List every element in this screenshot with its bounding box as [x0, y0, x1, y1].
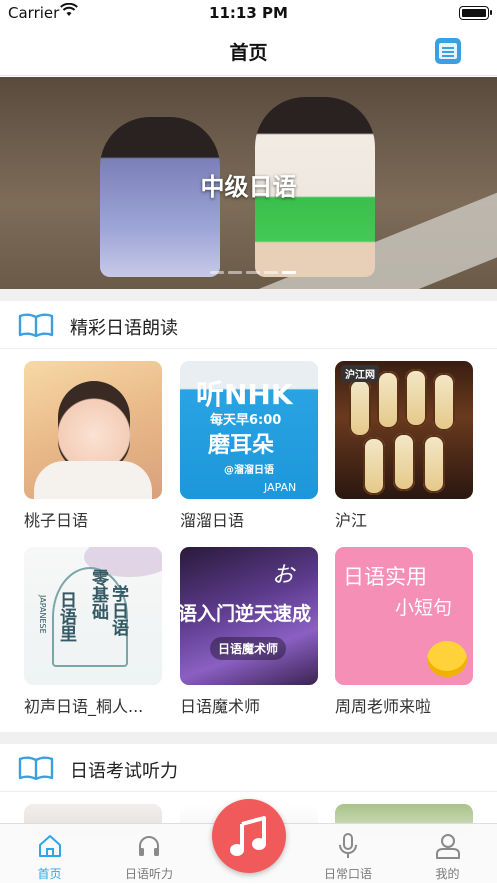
- program-thumbnail: 听NHK 每天早6:00 磨耳朵 @溜溜日语 JAPAN: [180, 361, 318, 499]
- program-thumbnail: 零基础 学日语 日语里 JAPANESE: [24, 547, 162, 685]
- page-title: 首页: [229, 42, 268, 64]
- headphones-icon: [139, 836, 159, 856]
- lantern-image: [349, 379, 371, 437]
- thumbnail-text: 日语魔术师: [210, 637, 287, 660]
- program-thumbnail: お 语入门逆天速成 日语魔术师: [180, 547, 318, 685]
- thumbnail-text: お: [272, 563, 295, 588]
- program-card[interactable]: 零基础 学日语 日语里 JAPANESE 初声日语_桐人...: [24, 547, 162, 717]
- section-title: 精彩日语朗读: [70, 318, 178, 339]
- thumbnail-text: @溜溜日语: [224, 465, 274, 476]
- page-dot: [228, 271, 242, 274]
- banner-label: 中级日语: [200, 173, 297, 201]
- lantern-image: [363, 437, 385, 495]
- hujiang-logo: 沪江网: [341, 365, 379, 382]
- tab-profile[interactable]: 我的: [398, 824, 497, 884]
- open-book-icon: [18, 756, 54, 780]
- microphone-icon: [339, 833, 357, 858]
- section-divider: [0, 732, 497, 744]
- tab-speaking[interactable]: 日常口语: [298, 824, 398, 884]
- thumbnail-person: [34, 461, 152, 499]
- program-name: 溜溜日语: [180, 511, 245, 530]
- page-dot-active: [282, 271, 296, 274]
- section-title: 日语考试听力: [70, 761, 178, 782]
- tab-label: 日语听力: [124, 867, 173, 881]
- tab-label: 日常口语: [323, 867, 372, 881]
- tab-label: 我的: [435, 867, 460, 881]
- lantern-image: [393, 433, 415, 491]
- program-name: 初声日语_桐人...: [24, 697, 144, 716]
- section-divider: [0, 289, 497, 301]
- section-header[interactable]: 日语考试听力: [0, 744, 497, 792]
- page-dot: [246, 271, 260, 274]
- program-name: 沪江: [335, 511, 368, 530]
- program-card[interactable]: 桃子日语: [24, 361, 162, 531]
- profile-icon: [435, 834, 460, 859]
- player-button[interactable]: [212, 799, 286, 873]
- battery-icon: [459, 6, 492, 20]
- tab-home[interactable]: 首页: [0, 824, 99, 884]
- clock: 11:13 PM: [209, 4, 288, 22]
- thumbnail-text: 听NHK: [196, 378, 293, 411]
- thumbnail-text: 日语里: [56, 591, 76, 642]
- program-name: 周周老师来啦: [335, 697, 432, 716]
- tab-label: 首页: [37, 867, 62, 881]
- thumbnail-text: 磨耳朵: [208, 433, 275, 458]
- thumbnail-text: JAPAN: [264, 481, 297, 494]
- dictionary-icon[interactable]: [435, 38, 461, 64]
- page-dot: [210, 271, 224, 274]
- lantern-image: [433, 373, 455, 431]
- thumbnail-text: 日语实用: [343, 565, 427, 589]
- page-dot: [264, 271, 278, 274]
- home-icon: [38, 835, 61, 857]
- program-name: 日语魔术师: [180, 697, 261, 716]
- status-bar: Carrier 11:13 PM: [0, 0, 497, 26]
- section-header[interactable]: 精彩日语朗读: [0, 301, 497, 349]
- tab-listening[interactable]: 日语听力: [99, 824, 199, 884]
- thumbnail-text: 每天早6:00: [210, 413, 282, 428]
- thumbnail-text: 学日语: [108, 585, 128, 636]
- program-thumbnail: [24, 361, 162, 499]
- open-book-icon: [18, 313, 54, 337]
- program-card[interactable]: 沪江网 沪江: [335, 361, 473, 531]
- banner-carousel[interactable]: 中级日语: [0, 77, 497, 289]
- thumbnail-text: 语入门逆天速成: [180, 603, 312, 625]
- cartoon-cat-image: [427, 641, 467, 677]
- lantern-image: [377, 371, 399, 429]
- thumbnail-text: JAPANESE: [38, 595, 47, 634]
- program-thumbnail: 日语实用 小短句: [335, 547, 473, 685]
- program-card[interactable]: 听NHK 每天早6:00 磨耳朵 @溜溜日语 JAPAN 溜溜日语: [180, 361, 318, 531]
- nav-bar: 首页: [0, 26, 497, 76]
- program-card[interactable]: お 语入门逆天速成 日语魔术师 日语魔术师: [180, 547, 318, 717]
- music-note-icon: [230, 816, 266, 856]
- lantern-image: [423, 435, 445, 493]
- thumbnail-person: [58, 381, 130, 471]
- carousel-page-indicator: [210, 271, 296, 274]
- program-thumbnail: 沪江网: [335, 361, 473, 499]
- lantern-image: [405, 369, 427, 427]
- program-name: 桃子日语: [24, 511, 89, 530]
- thumbnail-text: 小短句: [395, 597, 453, 619]
- program-card[interactable]: 日语实用 小短句 周周老师来啦: [335, 547, 473, 717]
